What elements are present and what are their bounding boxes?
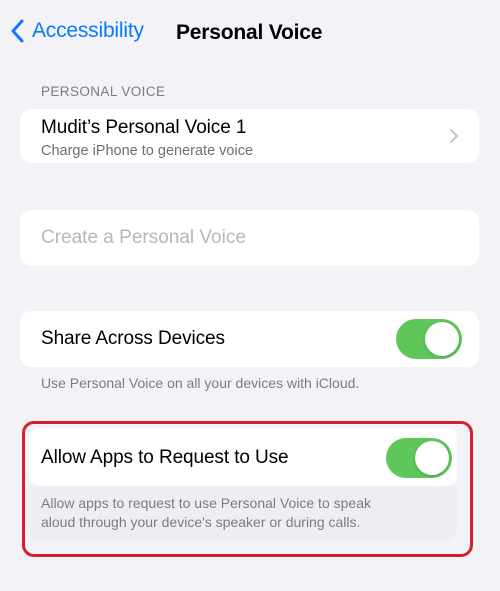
- page-title: Personal Voice: [176, 21, 323, 44]
- create-personal-voice-label: Create a Personal Voice: [41, 227, 246, 248]
- section-header-personal-voice: PERSONAL VOICE: [41, 84, 166, 99]
- voice-status: Charge iPhone to generate voice: [41, 143, 254, 159]
- back-label: Accessibility: [32, 19, 144, 42]
- allow-apps-row: Allow Apps to Request to Use: [29, 428, 457, 486]
- share-across-devices-footer: Use Personal Voice on all your devices w…: [41, 375, 360, 391]
- toggle-knob: [425, 322, 459, 356]
- navigation-bar: Accessibility Personal Voice: [0, 0, 500, 68]
- create-personal-voice-button[interactable]: Create a Personal Voice: [20, 210, 479, 266]
- toggle-knob: [415, 441, 449, 475]
- back-button[interactable]: Accessibility: [10, 19, 144, 43]
- personal-voice-row[interactable]: Mudit’s Personal Voice 1 Charge iPhone t…: [20, 109, 479, 163]
- allow-apps-label: Allow Apps to Request to Use: [41, 447, 289, 468]
- allow-apps-footer-line2: aloud through your device's speaker or d…: [41, 514, 361, 530]
- chevron-left-icon: [11, 19, 24, 43]
- share-across-devices-row: Share Across Devices: [20, 311, 479, 367]
- chevron-right-icon: [450, 129, 458, 143]
- allow-apps-footer-line1: Allow apps to request to use Personal Vo…: [41, 495, 371, 511]
- allow-apps-footer: Allow apps to request to use Personal Vo…: [41, 494, 441, 532]
- allow-apps-toggle[interactable]: [386, 438, 452, 478]
- voice-name: Mudit’s Personal Voice 1: [41, 117, 247, 138]
- share-across-devices-toggle[interactable]: [396, 319, 462, 359]
- share-across-devices-label: Share Across Devices: [41, 328, 225, 349]
